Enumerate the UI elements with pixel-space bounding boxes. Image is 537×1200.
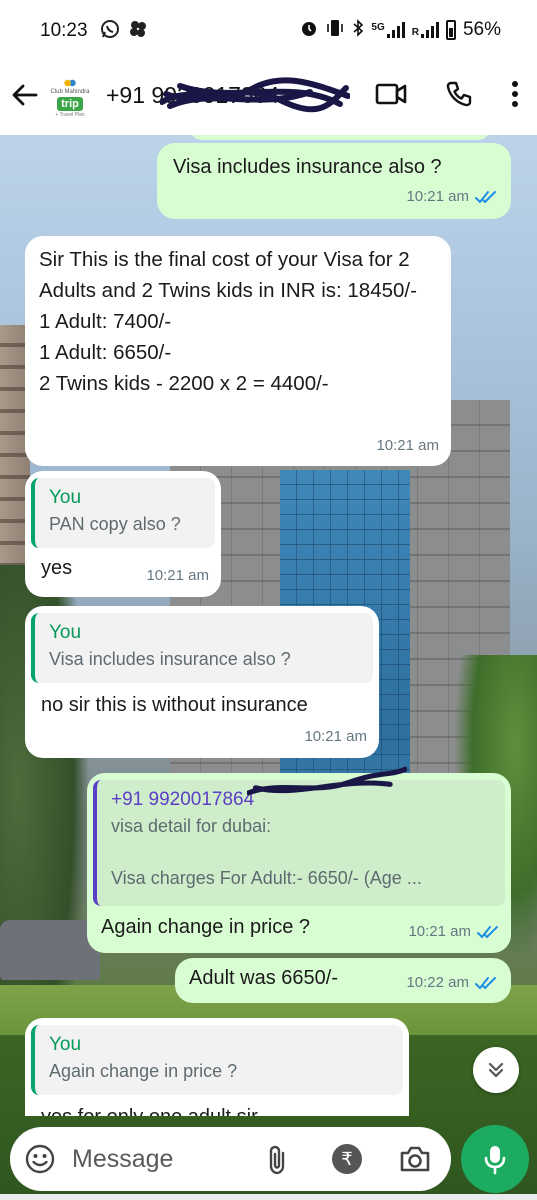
message-outgoing-reply[interactable]: +91 9920017864 visa detail for dubai: Vi… — [87, 766, 511, 953]
avatar-brand-top: Club Mahindra — [50, 88, 90, 95]
status-bar: 10:23 5G R 56% — [0, 0, 537, 62]
quote-author: You — [49, 487, 82, 508]
quoted-message[interactable]: You Visa includes insurance also ? — [31, 613, 373, 683]
quote-text: PAN copy also ? — [49, 514, 181, 534]
message-incoming[interactable]: Sir This is the final cost of your Visa … — [25, 236, 451, 466]
network-label: 5G — [371, 22, 385, 33]
quote-text: Visa includes insurance also ? — [49, 649, 291, 669]
signal-5g-icon: 5G — [371, 22, 405, 38]
status-indicators: 5G R 56% — [300, 19, 501, 41]
mic-button[interactable] — [461, 1125, 529, 1193]
message-time: 10:21 am — [146, 567, 209, 584]
clover-icon — [128, 19, 148, 44]
message-incoming-reply[interactable]: You Visa includes insurance also ? no si… — [25, 606, 379, 758]
alarm-icon — [300, 19, 318, 41]
camera-icon[interactable] — [398, 1143, 432, 1180]
message-time: 10:21 am — [376, 437, 439, 454]
quoted-message[interactable]: You PAN copy also ? — [31, 478, 215, 548]
quoted-message[interactable]: You Again change in price ? — [31, 1025, 403, 1095]
quote-text: visa detail for dubai: Visa charges For … — [111, 816, 422, 888]
header-actions — [375, 80, 519, 108]
chat-header: Club Mahindra trip + Travel Plan +91 992… — [0, 62, 537, 135]
message-meta: 10:21 am — [376, 431, 439, 460]
rupee-payment-icon[interactable]: ₹ — [332, 1144, 362, 1174]
quote-text: Again change in price ? — [49, 1061, 238, 1081]
battery-icon — [445, 20, 456, 40]
wallpaper-car — [0, 920, 100, 980]
bluetooth-icon — [352, 19, 364, 41]
message-composer: ₹ — [10, 1127, 451, 1191]
attach-icon[interactable] — [263, 1144, 293, 1181]
brand-logo-icon — [64, 78, 76, 88]
mic-icon — [484, 1146, 506, 1175]
status-time: 10:23 — [40, 20, 88, 41]
message-meta: 10:21 am — [408, 917, 499, 946]
scroll-to-bottom-button[interactable] — [473, 1047, 519, 1093]
roaming-label: R — [411, 27, 419, 38]
message-clip-region: You Again change in price ? yes for only… — [0, 1018, 537, 1116]
message-text: Sir This is the final cost of your Visa … — [39, 248, 417, 395]
message-outgoing[interactable]: Adult was 6650/- 10:22 am — [175, 958, 511, 1003]
message-outgoing[interactable]: Visa includes insurance also ? 10:21 am — [157, 143, 511, 219]
quote-author: You — [49, 622, 82, 643]
message-text: Visa includes insurance also ? — [173, 156, 442, 178]
message-time: 10:21 am — [304, 728, 367, 745]
avatar-brand-main: trip — [57, 96, 83, 111]
message-text: yes for only one adult sir — [31, 1095, 403, 1116]
message-meta: 10:22 am — [406, 968, 497, 997]
message-incoming-reply[interactable]: You PAN copy also ? yes 10:21 am — [25, 471, 221, 597]
message-time: 10:22 am — [406, 974, 469, 991]
message-meta: 10:21 am — [146, 561, 209, 590]
message-time: 10:21 am — [408, 923, 471, 940]
read-ticks-icon — [477, 925, 498, 938]
system-nav-bar — [0, 1194, 537, 1200]
read-ticks-icon — [475, 976, 496, 989]
message-text: no sir this is without insurance — [41, 694, 308, 716]
avatar-brand-sub: + Travel Plan — [55, 111, 85, 118]
redaction-scribble — [160, 77, 350, 113]
signal-roaming-icon: R — [412, 22, 439, 38]
contact-avatar[interactable]: Club Mahindra trip + Travel Plan — [44, 72, 96, 124]
message-input[interactable] — [72, 1141, 252, 1177]
phone-call-icon[interactable] — [445, 80, 473, 108]
back-arrow-icon[interactable] — [10, 80, 40, 110]
whatsapp-icon — [100, 19, 120, 44]
read-ticks-icon — [475, 190, 496, 203]
more-options-icon[interactable] — [511, 80, 519, 108]
emoji-icon[interactable] — [24, 1143, 56, 1180]
message-meta: 10:21 am — [304, 722, 367, 751]
message-incoming-reply[interactable]: You Again change in price ? yes for only… — [25, 1018, 409, 1116]
redaction-scribble — [247, 766, 407, 796]
video-call-icon[interactable] — [375, 81, 407, 107]
vibrate-icon — [325, 19, 345, 41]
double-chevron-down-icon — [488, 1062, 504, 1078]
message-meta: 10:21 am — [406, 182, 497, 211]
battery-percent: 56% — [462, 19, 501, 40]
quote-author: You — [49, 1034, 82, 1055]
status-app-icons — [100, 19, 148, 44]
message-time: 10:21 am — [406, 188, 469, 205]
